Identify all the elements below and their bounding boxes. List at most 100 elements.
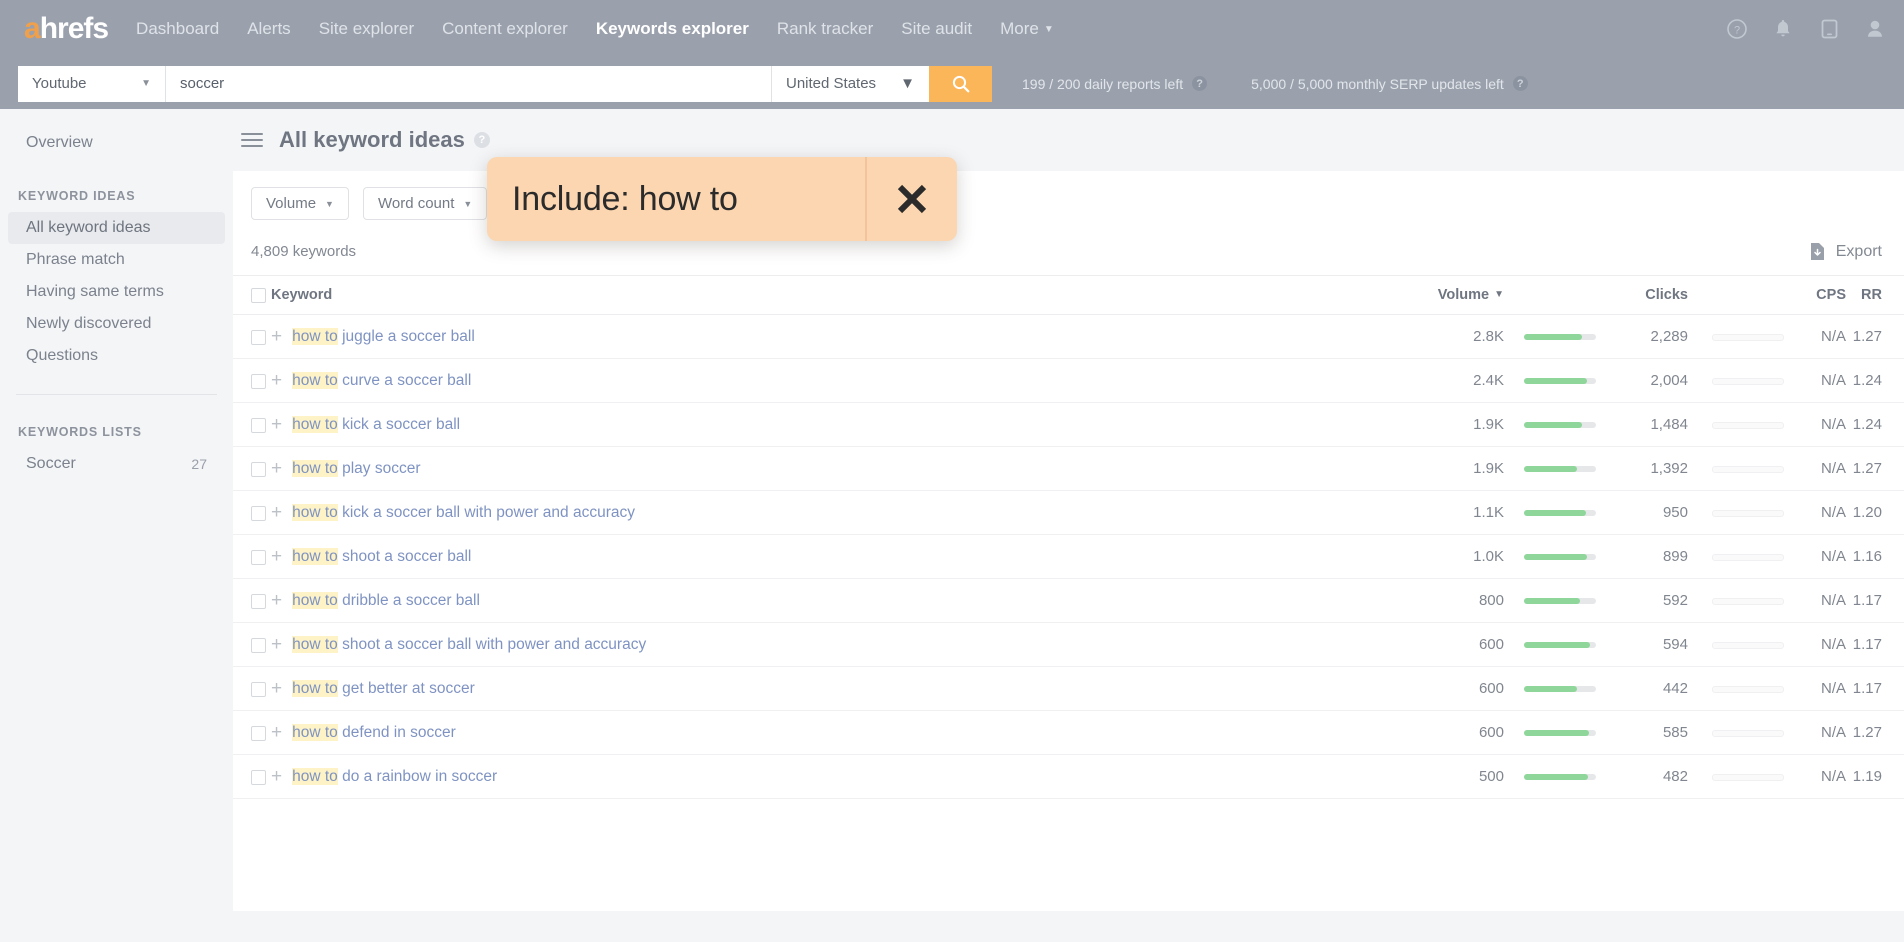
row-checkbox[interactable] — [251, 726, 266, 741]
table-row[interactable]: +how to kick a soccer ball1.9K1,484N/A1.… — [233, 403, 1904, 447]
add-keyword-icon[interactable]: + — [271, 591, 282, 610]
add-keyword-icon[interactable]: + — [271, 459, 282, 478]
search-mode-value: Youtube — [32, 75, 87, 92]
table-row[interactable]: +how to juggle a soccer ball2.8K2,289N/A… — [233, 315, 1904, 359]
user-icon[interactable] — [1864, 18, 1886, 40]
row-checkbox[interactable] — [251, 374, 266, 389]
row-checkbox[interactable] — [251, 506, 266, 521]
filter-word-count-label: Word count — [378, 195, 454, 212]
keyword-link[interactable]: how to shoot a soccer ball — [292, 548, 471, 566]
sidebar-item-soccer-list[interactable]: Soccer 27 — [8, 448, 225, 480]
keyword-link[interactable]: how to get better at soccer — [292, 680, 475, 698]
row-checkbox[interactable] — [251, 330, 266, 345]
row-checkbox[interactable] — [251, 682, 266, 697]
sidebar-item-phrase-match[interactable]: Phrase match — [8, 244, 225, 276]
keyword-link[interactable]: how to juggle a soccer ball — [292, 328, 475, 346]
ahrefs-logo[interactable]: ahrefs — [24, 12, 108, 46]
add-keyword-icon[interactable]: + — [271, 767, 282, 786]
row-checkbox[interactable] — [251, 770, 266, 785]
add-keyword-icon[interactable]: + — [271, 547, 282, 566]
keyword-highlight: how to — [292, 636, 338, 653]
column-rr[interactable]: RR — [1846, 276, 1904, 315]
search-input[interactable] — [166, 66, 771, 102]
search-mode-select[interactable]: Youtube ▼ — [18, 66, 166, 102]
table-row[interactable]: +how to do a rainbow in soccer500482N/A1… — [233, 755, 1904, 799]
row-checkbox[interactable] — [251, 594, 266, 609]
row-select-cell — [233, 535, 267, 579]
sidebar-item-all-keyword-ideas[interactable]: All keyword ideas — [8, 212, 225, 244]
table-row[interactable]: + how to kick a soccer ball with power an… — [233, 491, 1904, 535]
column-keyword[interactable]: Keyword — [267, 276, 1412, 315]
table-row[interactable]: + how to shoot a soccer ball with power a… — [233, 623, 1904, 667]
row-select-cell — [233, 755, 267, 799]
table-row[interactable]: +how to shoot a soccer ball1.0K899N/A1.1… — [233, 535, 1904, 579]
nav-link-site-audit[interactable]: Site audit — [901, 19, 972, 39]
row-cps: N/A — [1784, 667, 1846, 711]
nav-link-dashboard[interactable]: Dashboard — [136, 19, 219, 39]
row-clicks: 592 — [1596, 579, 1688, 623]
help-icon[interactable]: ? — [474, 132, 490, 148]
keyword-link[interactable]: how to kick a soccer ball with power and… — [292, 504, 635, 522]
sidebar-item-questions[interactable]: Questions — [8, 340, 225, 372]
export-button[interactable]: Export — [1809, 242, 1882, 261]
nav-link-alerts[interactable]: Alerts — [247, 19, 290, 39]
keyword-link[interactable]: how to do a rainbow in soccer — [292, 768, 497, 786]
sidebar-item-newly-discovered[interactable]: Newly discovered — [8, 308, 225, 340]
add-keyword-icon[interactable]: + — [271, 679, 282, 698]
add-keyword-icon[interactable]: + — [271, 327, 282, 346]
bell-icon[interactable] — [1772, 18, 1794, 40]
add-keyword-icon[interactable]: + — [271, 635, 282, 654]
column-volume-label: Volume — [1438, 287, 1489, 303]
nav-link-content-explorer[interactable]: Content explorer — [442, 19, 568, 39]
help-icon[interactable]: ? — [1726, 18, 1748, 40]
help-icon[interactable]: ? — [1513, 76, 1528, 91]
row-volume: 1.9K — [1412, 447, 1504, 491]
main-content: All keyword ideas ? Volume ▼ Word count … — [233, 109, 1904, 942]
row-rr: 1.16 — [1846, 535, 1904, 579]
table-row[interactable]: +how to dribble a soccer ball800592N/A1.… — [233, 579, 1904, 623]
column-clicks[interactable]: Clicks — [1596, 276, 1688, 315]
callout-close-button[interactable] — [865, 157, 957, 241]
row-volume-bar-cell — [1504, 535, 1596, 579]
keyword-link[interactable]: how to shoot a soccer ball with power an… — [292, 636, 646, 654]
keyword-link[interactable]: how to kick a soccer ball — [292, 416, 460, 434]
table-row[interactable]: +how to defend in soccer600585N/A1.27 — [233, 711, 1904, 755]
keyword-link[interactable]: how to dribble a soccer ball — [292, 592, 480, 610]
nav-link-rank-tracker[interactable]: Rank tracker — [777, 19, 873, 39]
add-keyword-icon[interactable]: + — [271, 371, 282, 390]
nav-link-keywords-explorer[interactable]: Keywords explorer — [596, 19, 749, 39]
row-checkbox[interactable] — [251, 418, 266, 433]
select-all-checkbox[interactable] — [251, 288, 266, 303]
row-volume-bar-cell — [1504, 755, 1596, 799]
row-checkbox[interactable] — [251, 462, 266, 477]
row-volume-bar-cell — [1504, 447, 1596, 491]
chat-icon[interactable] — [1818, 18, 1840, 40]
row-select-cell — [233, 623, 267, 667]
menu-icon[interactable] — [241, 133, 263, 147]
table-row[interactable]: +how to play soccer1.9K1,392N/A1.27 — [233, 447, 1904, 491]
add-keyword-icon[interactable]: + — [271, 503, 282, 522]
keyword-link[interactable]: how to play soccer — [292, 460, 420, 478]
column-cps[interactable]: CPS — [1784, 276, 1846, 315]
table-row[interactable]: +how to curve a soccer ball2.4K2,004N/A1… — [233, 359, 1904, 403]
column-volume[interactable]: Volume▼ — [1412, 276, 1504, 315]
keyword-link[interactable]: how to curve a soccer ball — [292, 372, 471, 390]
sidebar-item-having-same-terms[interactable]: Having same terms — [8, 276, 225, 308]
help-icon[interactable]: ? — [1192, 76, 1207, 91]
row-checkbox[interactable] — [251, 638, 266, 653]
filter-word-count-button[interactable]: Word count ▼ — [363, 187, 487, 220]
nav-link-site-explorer[interactable]: Site explorer — [319, 19, 414, 39]
country-select[interactable]: United States ▼ — [771, 66, 929, 102]
table-row[interactable]: +how to get better at soccer600442N/A1.1… — [233, 667, 1904, 711]
add-keyword-icon[interactable]: + — [271, 723, 282, 742]
filter-volume-button[interactable]: Volume ▼ — [251, 187, 349, 220]
add-keyword-icon[interactable]: + — [271, 415, 282, 434]
nav-link-more[interactable]: More▼ — [1000, 19, 1054, 39]
row-volume: 500 — [1412, 755, 1504, 799]
sidebar-item-overview[interactable]: Overview — [8, 127, 225, 159]
row-checkbox[interactable] — [251, 550, 266, 565]
keyword-link[interactable]: how to defend in soccer — [292, 724, 456, 742]
search-button[interactable] — [929, 66, 992, 102]
volume-bar — [1524, 422, 1596, 428]
keyword-highlight: how to — [292, 504, 338, 521]
